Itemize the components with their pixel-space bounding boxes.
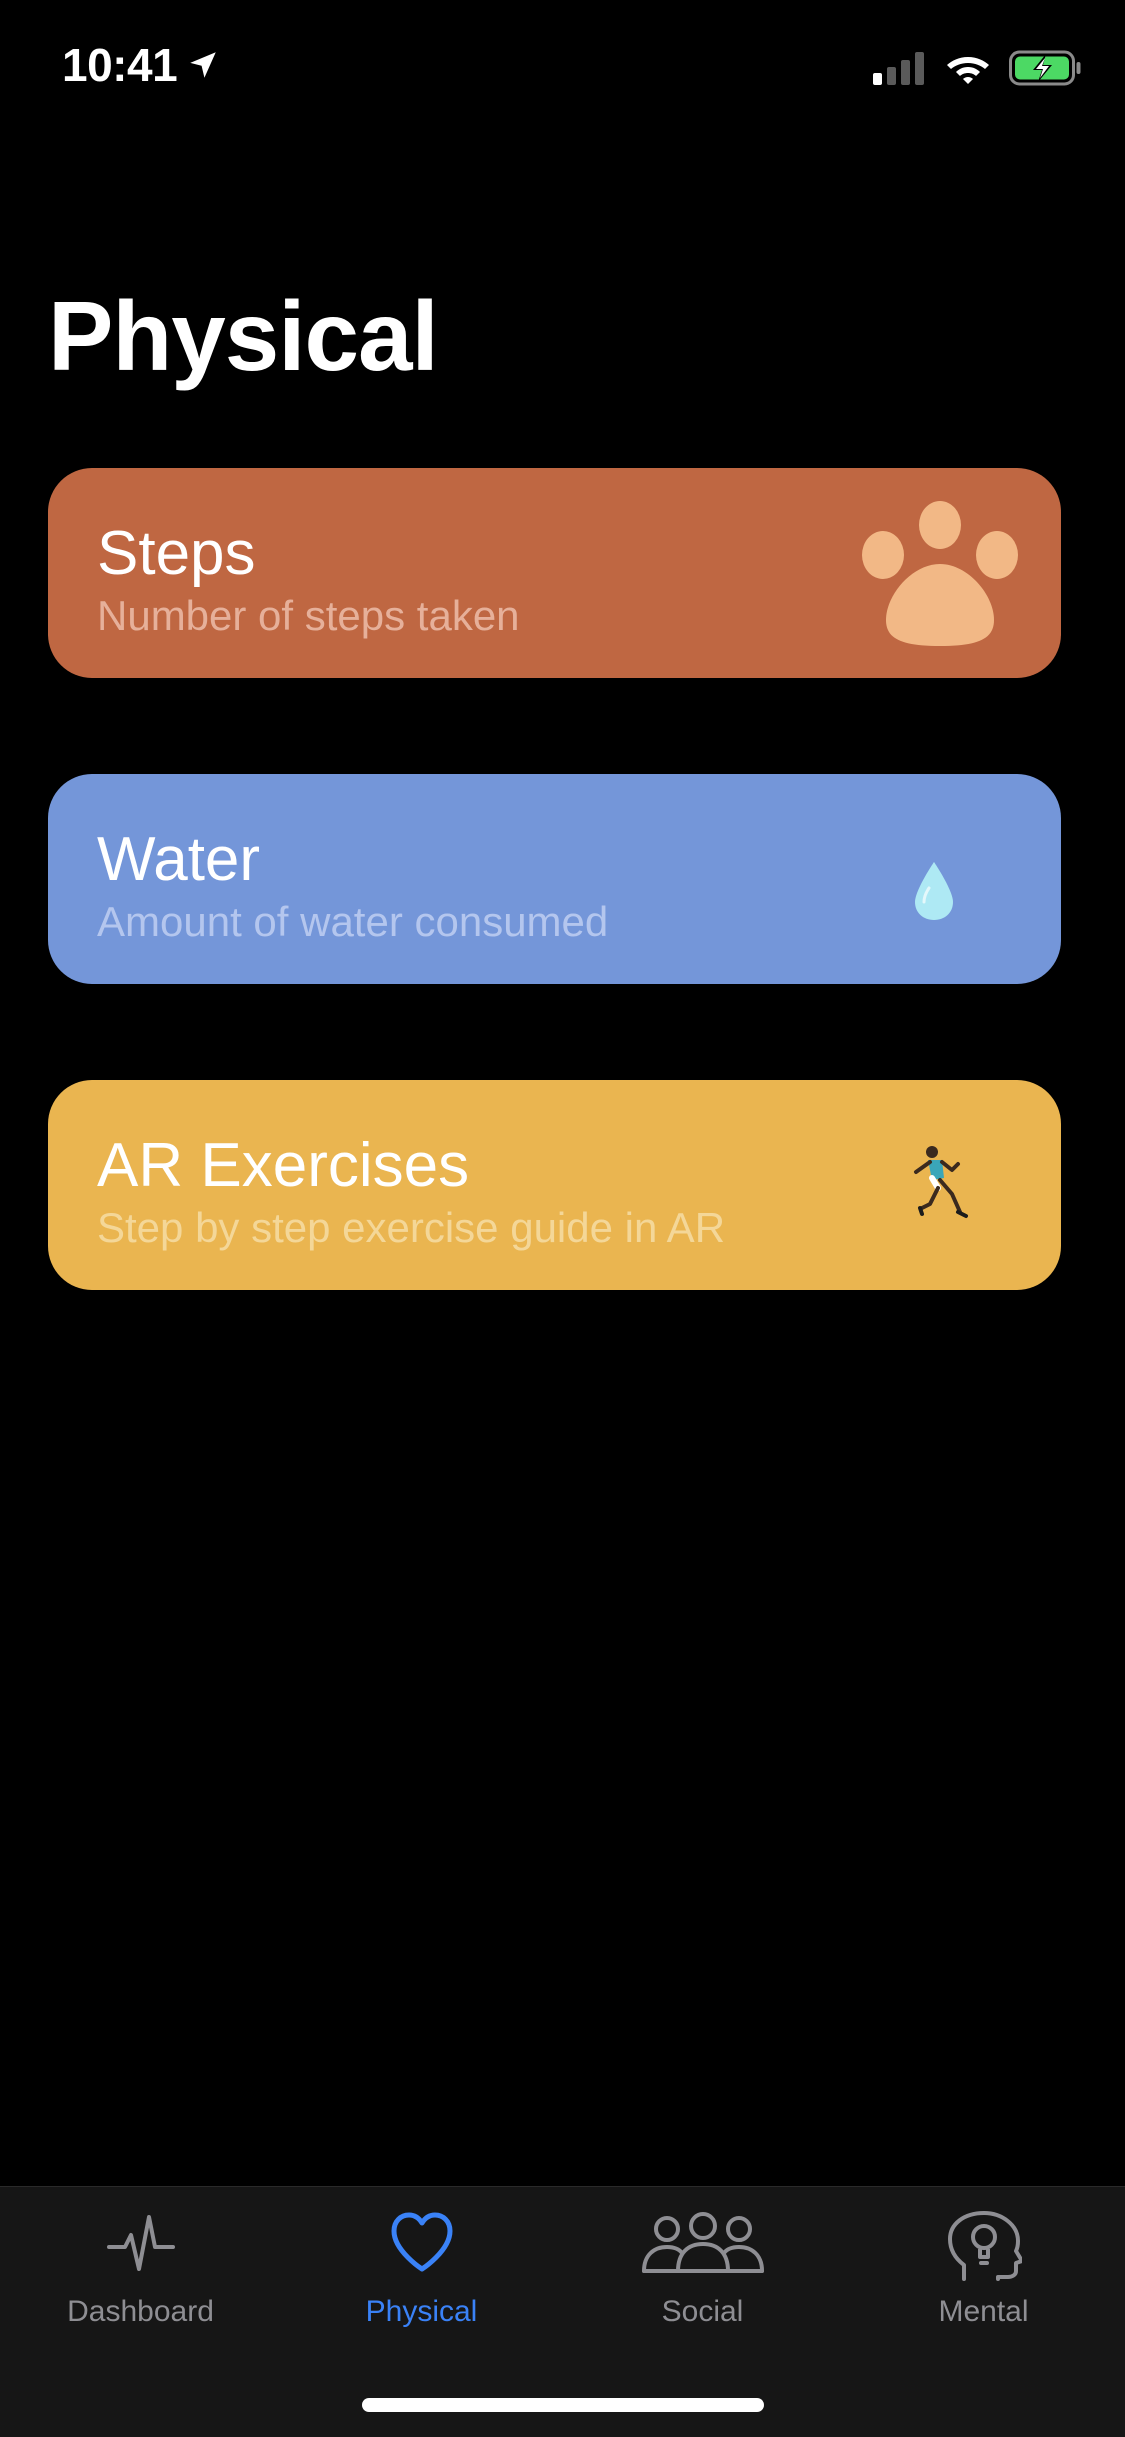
card-title: Water — [97, 825, 261, 894]
tab-social[interactable]: Social — [562, 2187, 843, 2347]
tab-physical[interactable]: Physical — [281, 2187, 562, 2347]
status-time: 10:41 — [62, 39, 178, 91]
water-card[interactable]: Water Amount of water consumed — [48, 774, 1061, 984]
tab-label: Physical — [365, 2295, 478, 2328]
wifi-icon — [947, 57, 989, 84]
paw-print-icon — [862, 501, 1018, 646]
card-title: AR Exercises — [97, 1131, 470, 1200]
status-bar: 10:41 — [0, 0, 1125, 132]
head-lightbulb-icon — [947, 2211, 1022, 2281]
battery-charging-icon — [1009, 50, 1081, 86]
home-indicator[interactable] — [362, 2398, 764, 2412]
tab-label: Social — [661, 2295, 744, 2328]
tab-label: Dashboard — [67, 2295, 214, 2328]
card-subtitle: Number of steps taken — [97, 592, 520, 639]
card-title: Steps — [97, 519, 256, 588]
status-indicators — [873, 48, 1083, 88]
card-subtitle: Step by step exercise guide in AR — [97, 1204, 726, 1251]
ar-exercises-card[interactable]: AR Exercises Step by step exercise guide… — [48, 1080, 1061, 1290]
cellular-signal-icon — [873, 52, 924, 85]
water-drop-icon — [915, 862, 953, 920]
card-subtitle: Amount of water consumed — [97, 898, 609, 945]
tab-dashboard[interactable]: Dashboard — [0, 2187, 281, 2347]
page-title: Physical — [48, 281, 439, 391]
tab-mental[interactable]: Mental — [843, 2187, 1124, 2347]
runner-icon — [914, 1146, 968, 1218]
people-group-icon — [641, 2212, 764, 2273]
tab-label: Mental — [938, 2295, 1029, 2328]
location-arrow-icon — [190, 52, 216, 78]
steps-card[interactable]: Steps Number of steps taken — [48, 468, 1061, 678]
heartbeat-icon — [106, 2215, 175, 2271]
heart-icon — [391, 2212, 452, 2272]
